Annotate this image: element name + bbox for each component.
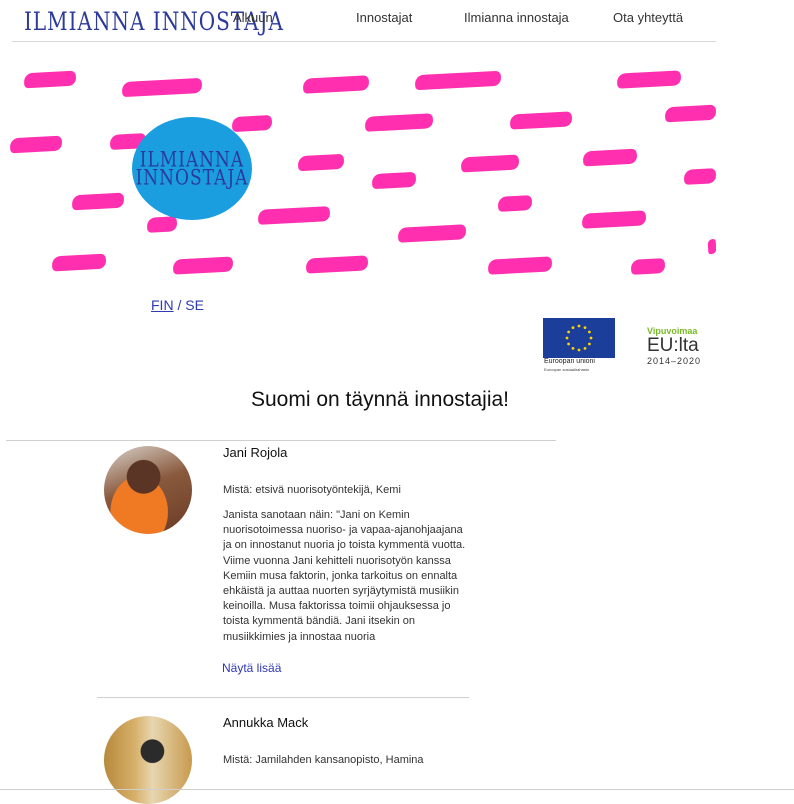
bottom-divider — [0, 789, 794, 790]
nav-link-yhteys[interactable]: Ota yhteyttä — [613, 10, 683, 25]
brush-stroke — [414, 70, 502, 91]
brush-stroke — [582, 148, 638, 167]
nav-link-innostajat[interactable]: Innostajat — [356, 10, 412, 25]
vipu-mid-text: EU:lta — [647, 335, 699, 356]
brush-stroke — [664, 104, 716, 123]
brush-stroke — [257, 206, 331, 225]
card-divider — [97, 697, 469, 698]
eu-label: Euroopan unioni — [544, 358, 595, 365]
brush-stroke — [581, 210, 647, 229]
vipu-years-text: 2014–2020 — [647, 356, 702, 366]
vipuvoimaa-logo: Vipuvoimaa EU:lta 2014–2020 — [647, 326, 701, 366]
brush-stroke — [371, 171, 417, 190]
hero-banner: ILMIANNA INNOSTAJA — [10, 58, 716, 283]
brush-stroke — [683, 168, 716, 185]
nav-link-alkuun[interactable]: Alkuun — [233, 10, 273, 25]
avatar-annukka — [104, 716, 192, 804]
brush-stroke — [497, 195, 533, 212]
brush-stroke — [121, 77, 203, 98]
avatar-jani — [104, 446, 192, 534]
brush-stroke — [23, 70, 77, 89]
brush-stroke — [616, 70, 682, 89]
site-header: ILMIANNA INNOSTAJA Alkuun Innostajat Ilm… — [0, 0, 794, 42]
page-heading: Suomi on täynnä innostajia! — [251, 388, 509, 411]
show-more-link[interactable]: Näytä lisää — [222, 661, 281, 675]
banner-logo-line2: INNOSTAJA — [135, 165, 249, 190]
nav-link-ilmianna[interactable]: Ilmianna innostaja — [464, 10, 569, 25]
card-name: Annukka Mack — [223, 715, 309, 730]
eu-logo: Euroopan unioni Euroopan sosiaalirahasto — [543, 318, 615, 372]
card-from: Mistä: etsivä nuorisotyöntekijä, Kemi — [223, 484, 401, 496]
brush-stroke — [630, 258, 666, 275]
brush-stroke — [305, 255, 369, 274]
brush-stroke — [172, 256, 234, 275]
brush-stroke — [397, 224, 467, 243]
card-from: Mistä: Jamilahden kansanopisto, Hamina — [223, 754, 424, 766]
brush-stroke — [509, 111, 573, 130]
eu-sub-label: Euroopan sosiaalirahasto — [544, 367, 590, 372]
lang-fin-link[interactable]: FIN — [151, 297, 174, 313]
brush-stroke — [231, 114, 273, 133]
brush-stroke — [487, 256, 553, 275]
brush-stroke — [302, 75, 370, 94]
card-description: Janista sanotaan näin: "Jani on Kemin nu… — [223, 509, 466, 643]
brush-stroke — [51, 253, 107, 272]
brush-stroke — [364, 113, 434, 132]
language-switcher: FIN / SE — [151, 297, 204, 313]
brush-stroke — [460, 154, 520, 173]
eu-flag-icon — [543, 318, 615, 358]
card-name: Jani Rojola — [223, 445, 288, 460]
lang-separator: / — [177, 297, 182, 313]
lang-se-link[interactable]: SE — [185, 297, 204, 313]
brush-stroke — [71, 192, 125, 211]
header-divider — [12, 41, 716, 42]
brush-stroke — [146, 216, 178, 233]
brush-stroke — [707, 238, 716, 255]
section-divider — [6, 440, 556, 441]
brush-stroke — [297, 153, 345, 172]
brush-stroke — [10, 135, 63, 154]
banner-logo-circle: ILMIANNA INNOSTAJA — [132, 117, 252, 220]
